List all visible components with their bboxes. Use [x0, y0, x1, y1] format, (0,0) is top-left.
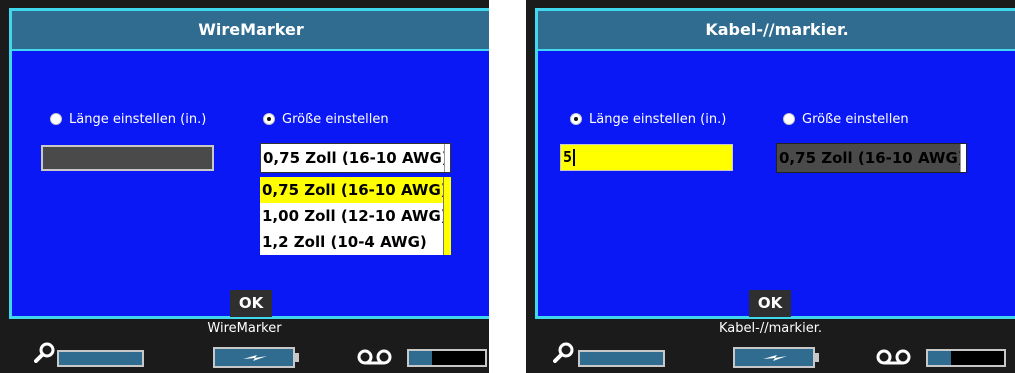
- tape-level-bar: [926, 349, 1006, 367]
- battery-charging-icon: [213, 347, 299, 368]
- size-option[interactable]: 1,2 Zoll (10-4 AWG): [260, 229, 451, 255]
- status-title: WireMarker: [207, 321, 282, 336]
- radio-length-button[interactable]: [570, 113, 582, 125]
- cable-marker-length-screen: Kabel-//markier. Länge einstellen (in.) …: [526, 0, 1015, 373]
- size-select-scroll: [444, 144, 450, 172]
- cable-marker-dialog: Kabel-//markier. Länge einstellen (in.) …: [535, 8, 1015, 319]
- radio-size[interactable]: Größe einstellen: [263, 109, 389, 129]
- dropdown-scrollbar[interactable]: [443, 177, 451, 255]
- radio-size[interactable]: Größe einstellen: [783, 109, 909, 129]
- radio-size-button[interactable]: [783, 113, 795, 125]
- length-input[interactable]: 5: [560, 144, 733, 171]
- length-input[interactable]: [41, 145, 214, 171]
- text-cursor: [573, 149, 576, 166]
- size-option[interactable]: 1,00 Zoll (12-10 AWG): [260, 203, 451, 229]
- radio-length-label: Länge einstellen (in.): [589, 111, 727, 127]
- size-dropdown-list[interactable]: 0,75 Zoll (16-10 AWG) 1,00 Zoll (12-10 A…: [260, 177, 451, 255]
- size-select-scroll: [960, 144, 966, 172]
- length-value: 5: [563, 148, 573, 166]
- size-option[interactable]: 0,75 Zoll (16-10 AWG): [260, 177, 451, 203]
- ok-button[interactable]: OK: [230, 290, 272, 317]
- radio-length-button[interactable]: [50, 113, 62, 125]
- wiremarker-size-screen: WireMarker Länge einstellen (in.) Größe …: [0, 0, 489, 373]
- dialog-title: WireMarker: [12, 11, 489, 51]
- dialog-title: Kabel-//markier.: [538, 11, 1015, 51]
- size-select-value: 0,75 Zoll (16-10 AWG): [779, 149, 965, 167]
- zoom-level-bar: [578, 350, 665, 367]
- radio-size-label: Größe einstellen: [282, 111, 389, 127]
- radio-size-button[interactable]: [263, 113, 275, 125]
- tape-cassette-icon: [357, 349, 392, 365]
- zoom-level-bar: [57, 350, 144, 367]
- ok-button[interactable]: OK: [749, 290, 791, 317]
- size-select[interactable]: 0,75 Zoll (16-10 AWG): [260, 143, 451, 173]
- magnifier-icon: [553, 342, 574, 363]
- status-title: Kabel-//markier.: [719, 321, 822, 336]
- size-select-value: 0,75 Zoll (16-10 AWG): [263, 149, 449, 167]
- size-select[interactable]: 0,75 Zoll (16-10 AWG): [776, 143, 967, 173]
- magnifier-icon: [34, 342, 55, 363]
- tape-level-bar: [407, 349, 487, 367]
- tape-cassette-icon: [876, 349, 911, 365]
- radio-size-label: Größe einstellen: [802, 111, 909, 127]
- radio-length[interactable]: Länge einstellen (in.): [570, 109, 726, 129]
- radio-length[interactable]: Länge einstellen (in.): [50, 109, 206, 129]
- wiremarker-dialog: WireMarker Länge einstellen (in.) Größe …: [9, 8, 489, 319]
- radio-length-label: Länge einstellen (in.): [69, 111, 207, 127]
- battery-charging-icon: [733, 347, 819, 368]
